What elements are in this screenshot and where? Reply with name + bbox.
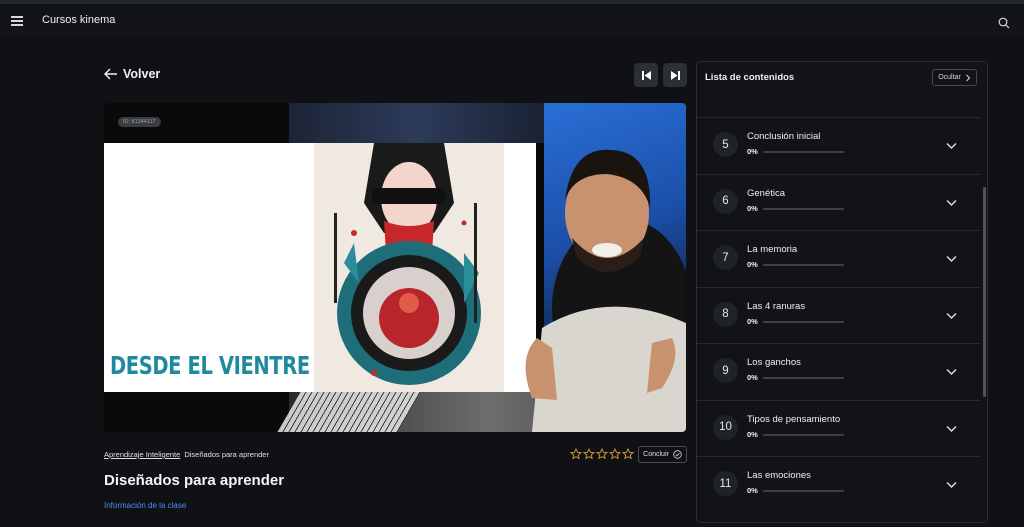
hamburger-icon[interactable] xyxy=(11,16,23,26)
lesson-progress-text: 0% xyxy=(747,486,758,495)
hide-panel-button[interactable]: Ocultar xyxy=(932,69,977,86)
lesson-title-item: La memoria xyxy=(747,244,798,255)
star-icon[interactable] xyxy=(622,448,634,460)
arrow-left-icon xyxy=(104,68,117,80)
class-info-link[interactable]: Información de la clase xyxy=(104,501,186,510)
chevron-down-icon[interactable] xyxy=(945,196,958,209)
chevron-right-icon xyxy=(965,74,970,81)
chevron-down-icon[interactable] xyxy=(945,478,958,491)
app-title: Cursos kinema xyxy=(42,14,116,26)
chevron-down-icon[interactable] xyxy=(945,139,958,152)
lesson-progress-text: 0% xyxy=(747,373,758,382)
video-slide: DESDE EL VIENTRE xyxy=(104,143,536,392)
next-lesson-button[interactable] xyxy=(663,63,687,87)
lesson-item[interactable]: 10 Tipos de pensamiento 0% xyxy=(697,399,980,457)
lesson-progress-bar xyxy=(763,151,844,153)
check-circle-icon xyxy=(673,450,682,459)
lesson-title-item: Genética xyxy=(747,187,786,199)
lesson-item[interactable]: 6 Genética 0% xyxy=(697,173,980,231)
piano-keys xyxy=(277,392,421,432)
lesson-number: 11 xyxy=(713,471,738,496)
lesson-number: 8 xyxy=(713,301,738,327)
lesson-progress-bar xyxy=(763,433,844,436)
lesson-list: 5 Conclusión inicial 0% 6 Genética 0% 7 La memo… xyxy=(697,117,980,513)
chevron-down-icon[interactable] xyxy=(945,309,958,322)
lesson-number: 7 xyxy=(713,245,738,270)
lesson-title-item: Tipos de pensamiento xyxy=(747,413,841,425)
lesson-progress-bar xyxy=(763,207,844,210)
lesson-title-item: Conclusión inicial xyxy=(747,131,821,142)
lesson-progress-bar xyxy=(763,264,844,266)
star-icon[interactable] xyxy=(570,448,582,460)
lesson-number: 10 xyxy=(713,414,738,440)
lesson-item[interactable]: 11 Las emociones 0% xyxy=(697,456,980,513)
lesson-title-item: Los ganchos xyxy=(747,357,801,368)
video-player[interactable]: ID: 81344117 DESDE EL VIENTRE xyxy=(104,103,686,432)
lesson-title-item: Las 4 ranuras xyxy=(747,300,806,312)
breadcrumb: Aprendizaje Inteligente Diseñados para a… xyxy=(104,450,269,459)
panel-title: Lista de contenidos xyxy=(705,72,795,83)
star-icon[interactable] xyxy=(609,448,621,460)
skip-previous-icon xyxy=(641,70,651,80)
hide-label: Ocultar xyxy=(938,74,961,81)
back-link[interactable]: Volver xyxy=(104,67,160,81)
star-icon[interactable] xyxy=(596,448,608,460)
search-icon[interactable] xyxy=(998,16,1010,29)
lesson-progress-text: 0% xyxy=(747,203,758,213)
lesson-progress-text: 0% xyxy=(747,260,758,269)
slide-illustration xyxy=(314,143,504,392)
lesson-number: 6 xyxy=(713,188,738,214)
lesson-progress-bar xyxy=(763,320,844,323)
lesson-item[interactable]: 5 Conclusión inicial 0% xyxy=(697,117,980,174)
lesson-progress-text: 0% xyxy=(747,316,758,326)
chevron-down-icon[interactable] xyxy=(945,422,958,435)
complete-label: Concluir xyxy=(643,451,669,458)
star-icon[interactable] xyxy=(583,448,595,460)
lesson-item[interactable]: 9 Los ganchos 0% xyxy=(697,343,980,400)
lesson-progress-text: 0% xyxy=(747,429,758,439)
lesson-progress-bar xyxy=(763,377,844,379)
lesson-progress-bar xyxy=(763,490,844,492)
video-background xyxy=(289,103,544,143)
breadcrumb-course-link[interactable]: Aprendizaje Inteligente xyxy=(104,450,180,459)
top-bar: Cursos kinema xyxy=(0,4,1024,38)
breadcrumb-current: Diseñados para aprender xyxy=(184,450,269,459)
back-label: Volver xyxy=(123,67,161,81)
previous-lesson-button[interactable] xyxy=(634,63,658,87)
lesson-progress-text: 0% xyxy=(747,147,758,156)
lesson-item[interactable]: 8 Las 4 ranuras 0% xyxy=(697,286,980,344)
lesson-title-item: Las emociones xyxy=(747,470,811,481)
scrollbar-thumb[interactable] xyxy=(983,187,986,397)
rating-stars xyxy=(570,448,634,460)
complete-button[interactable]: Concluir xyxy=(638,446,687,463)
slide-title: DESDE EL VIENTRE xyxy=(110,351,310,380)
video-id-badge: ID: 81344117 xyxy=(118,117,161,127)
lesson-title: Diseñados para aprender xyxy=(104,472,285,489)
chevron-down-icon[interactable] xyxy=(945,365,958,378)
presenter-image xyxy=(525,149,686,432)
lesson-item[interactable]: 7 La memoria 0% xyxy=(697,230,980,287)
chevron-down-icon[interactable] xyxy=(945,252,958,265)
skip-next-icon xyxy=(670,70,680,80)
lesson-number: 5 xyxy=(713,132,738,157)
lesson-number: 9 xyxy=(713,358,738,383)
contents-panel: Lista de contenidos Ocultar 5 Conclusión … xyxy=(696,61,988,523)
